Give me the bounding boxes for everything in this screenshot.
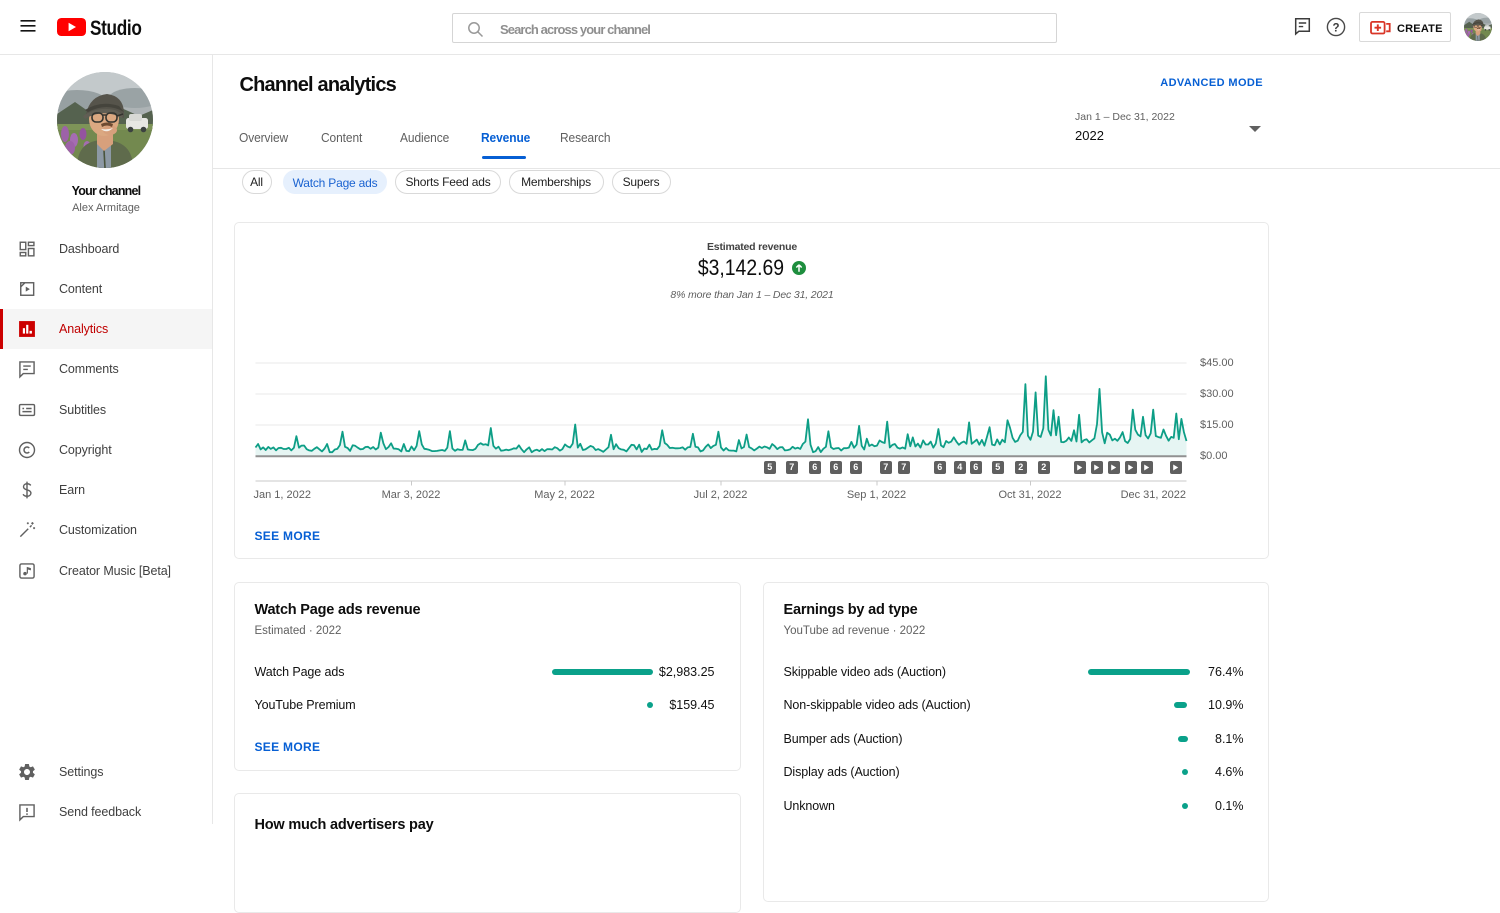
svg-text:?: ? bbox=[1332, 22, 1339, 34]
